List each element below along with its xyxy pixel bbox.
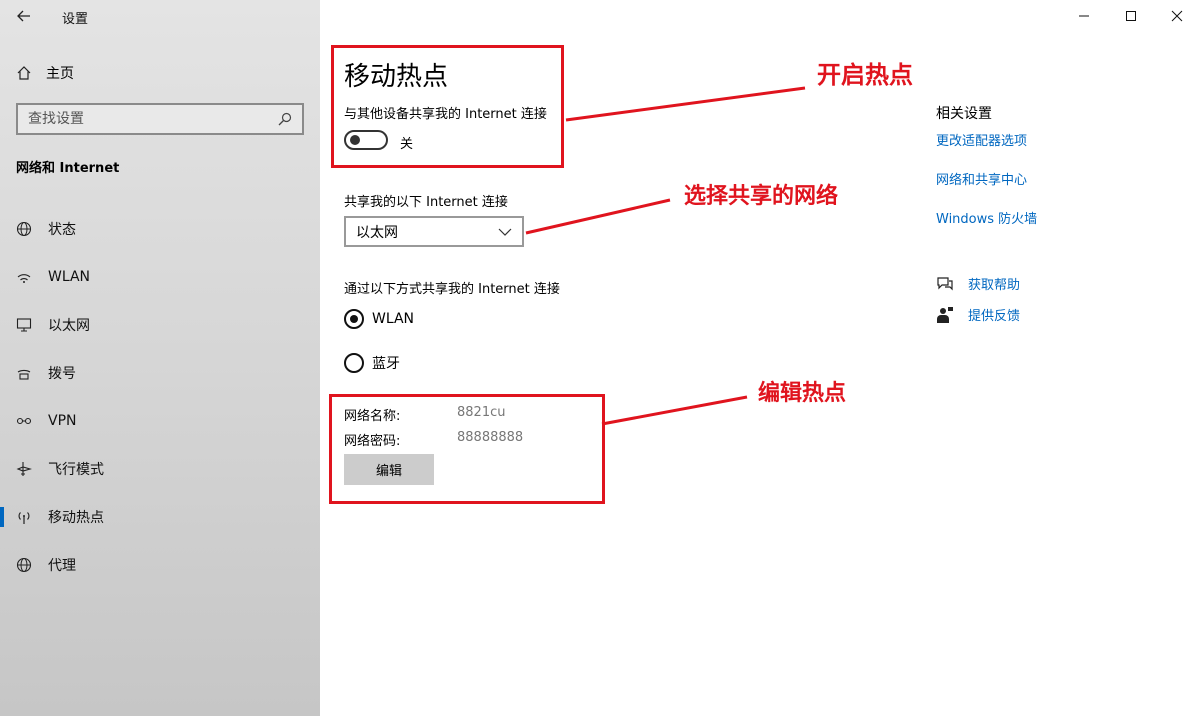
get-help-link[interactable]: 获取帮助 (936, 274, 1020, 293)
help-chat-icon (937, 276, 953, 290)
sidebar-item-label: 飞行模式 (48, 462, 104, 478)
link-network-sharing-center[interactable]: 网络和共享中心 (936, 169, 1027, 188)
annotation-arrow-enable (565, 86, 806, 122)
sidebar-item-vpn[interactable]: VPN (0, 397, 320, 445)
annotation-arrow-choose (525, 198, 671, 235)
sidebar-item-dialup[interactable]: 拨号 (0, 349, 320, 397)
annotation-choose-network: 选择共享的网络 (684, 184, 839, 209)
sidebar-item-status[interactable]: 状态 (0, 205, 320, 253)
network-password-value: 88888888 (457, 430, 524, 445)
section-title: 网络和 Internet (16, 161, 120, 176)
hotspot-icon (16, 509, 32, 525)
get-help-label: 获取帮助 (968, 278, 1021, 293)
back-arrow-icon (17, 10, 30, 22)
network-name-label: 网络名称: (344, 409, 401, 424)
radio-button[interactable] (344, 353, 364, 373)
home-icon (17, 66, 31, 80)
radio-button-selected[interactable] (344, 309, 364, 329)
close-icon (1171, 10, 1183, 22)
network-password-label: 网络密码: (344, 434, 401, 449)
dialup-icon (16, 365, 32, 381)
edit-button[interactable]: 编辑 (344, 454, 434, 485)
share-from-label: 共享我的以下 Internet 连接 (344, 195, 508, 210)
search-icon (278, 112, 292, 126)
sidebar-item-wlan[interactable]: WLAN (0, 253, 320, 301)
home-link[interactable]: 主页 (16, 62, 74, 84)
sidebar-item-airplane[interactable]: 飞行模式 (0, 445, 320, 493)
hotspot-toggle[interactable] (344, 130, 388, 150)
chevron-down-icon (498, 228, 512, 236)
title-bar: 设置 (0, 0, 320, 32)
share-internet-label: 与其他设备共享我的 Internet 连接 (344, 107, 547, 122)
radio-wlan[interactable]: WLAN (344, 309, 414, 329)
annotation-enable-hotspot: 开启热点 (817, 61, 913, 89)
feedback-person-icon (937, 306, 953, 323)
nav-list: 状态 WLAN 以太网 拨号 VPN 飞行模式 移动热点 代理 (0, 205, 320, 589)
search-input[interactable] (28, 111, 268, 127)
maximize-icon (1126, 11, 1136, 21)
sidebar-item-hotspot[interactable]: 移动热点 (0, 493, 320, 541)
vpn-icon (16, 413, 32, 429)
sidebar-item-label: VPN (48, 413, 77, 429)
sidebar-item-label: 代理 (48, 558, 76, 574)
close-button[interactable] (1154, 0, 1200, 32)
network-name-value: 8821cu (457, 405, 506, 420)
back-button[interactable] (10, 4, 38, 28)
minimize-button[interactable] (1061, 0, 1107, 32)
sidebar: 设置 主页 网络和 Internet 状态 WLAN 以太网 拨号 VPN (0, 0, 320, 716)
annotation-edit-hotspot: 编辑热点 (758, 381, 847, 406)
sidebar-item-label: 状态 (48, 222, 76, 238)
share-from-value: 以太网 (356, 224, 398, 241)
link-adapter-options[interactable]: 更改适配器选项 (936, 130, 1027, 149)
sidebar-item-label: 拨号 (48, 366, 76, 382)
sidebar-item-ethernet[interactable]: 以太网 (0, 301, 320, 349)
globe-status-icon (16, 221, 32, 237)
radio-bluetooth[interactable]: 蓝牙 (344, 353, 400, 373)
toggle-knob (350, 135, 360, 145)
share-via-label: 通过以下方式共享我的 Internet 连接 (344, 282, 560, 297)
related-settings-title: 相关设置 (936, 106, 992, 122)
link-windows-firewall[interactable]: Windows 防火墙 (936, 208, 1037, 227)
maximize-button[interactable] (1108, 0, 1154, 32)
sidebar-item-label: WLAN (48, 269, 91, 285)
sidebar-item-label: 以太网 (48, 318, 90, 334)
wifi-icon (16, 269, 32, 285)
toggle-state-label: 关 (400, 137, 414, 152)
feedback-label: 提供反馈 (968, 309, 1021, 324)
feedback-link[interactable]: 提供反馈 (936, 305, 1020, 324)
sidebar-item-label: 移动热点 (48, 510, 104, 526)
minimize-icon (1079, 15, 1089, 17)
search-box[interactable] (16, 103, 304, 135)
radio-bluetooth-label: 蓝牙 (372, 356, 400, 372)
app-title: 设置 (62, 12, 89, 27)
radio-wlan-label: WLAN (372, 311, 415, 327)
airplane-icon (16, 461, 32, 477)
sidebar-item-proxy[interactable]: 代理 (0, 541, 320, 589)
page-title: 移动热点 (344, 62, 449, 92)
share-from-dropdown[interactable]: 以太网 (344, 216, 524, 247)
annotation-arrow-edit (601, 395, 748, 426)
globe-icon (16, 557, 32, 573)
home-label: 主页 (46, 66, 74, 82)
ethernet-icon (16, 317, 32, 333)
